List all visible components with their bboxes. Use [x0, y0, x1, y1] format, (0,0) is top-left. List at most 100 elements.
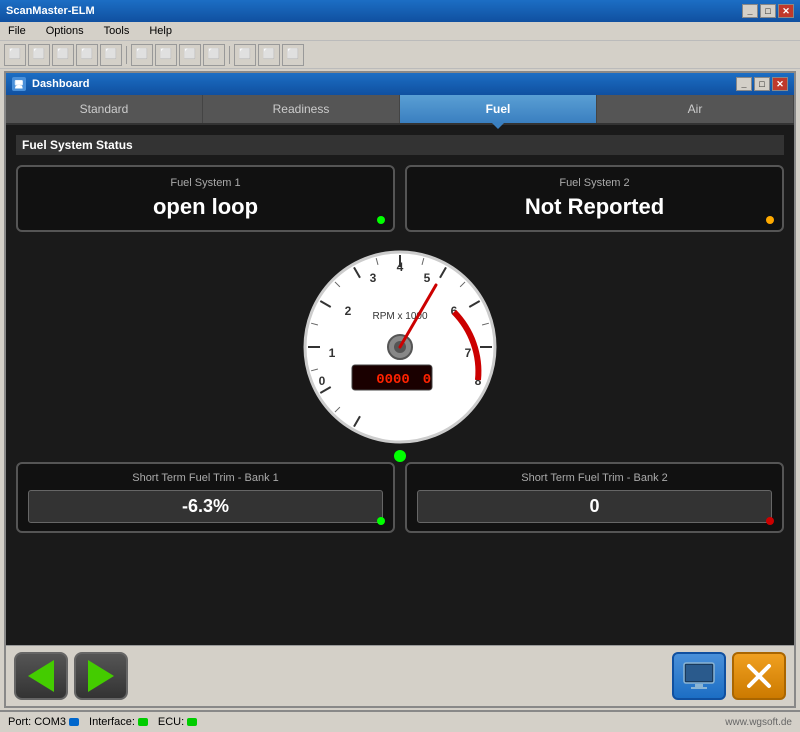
ecu-label: ECU:	[158, 716, 184, 728]
close-x-icon	[745, 662, 773, 690]
ecu-indicator: ECU:	[158, 716, 197, 728]
fuel-system-1-dot	[377, 216, 385, 224]
trim-bank1-box: Short Term Fuel Trim - Bank 1 -6.3%	[16, 462, 395, 533]
interface-indicator: Interface:	[89, 716, 148, 728]
gauge-svg: 0 1 2 3 4 5 6 7 8 RPM x 1000	[300, 247, 500, 447]
back-button[interactable]	[14, 652, 68, 700]
back-arrow-icon	[28, 660, 54, 692]
svg-text:5: 5	[424, 271, 431, 285]
svg-text:7: 7	[465, 346, 472, 360]
toolbar-btn-1[interactable]: ⬜	[4, 44, 26, 66]
svg-text:3: 3	[370, 271, 377, 285]
gauge-container: 0 1 2 3 4 5 6 7 8 RPM x 1000	[16, 247, 784, 447]
trim-bank2-value: 0	[589, 496, 599, 516]
trim-bank1-container: -6.3%	[28, 490, 383, 523]
tab-readiness[interactable]: Readiness	[203, 95, 400, 123]
dashboard-title: Dashboard	[32, 78, 89, 90]
trim-row: Short Term Fuel Trim - Bank 1 -6.3% Shor…	[16, 462, 784, 533]
svg-text:4: 4	[397, 260, 404, 274]
app-window: ScanMaster-ELM _ □ ✕ File Options Tools …	[0, 0, 800, 720]
maximize-btn[interactable]: □	[760, 4, 776, 18]
toolbar-btn-3[interactable]: ⬜	[52, 44, 74, 66]
dashboard-controls: _ □ ✕	[736, 77, 788, 91]
toolbar-sep-1	[126, 46, 127, 64]
monitor-button[interactable]	[672, 652, 726, 700]
website-label: www.wgsoft.de	[725, 717, 792, 728]
main-window-controls: _ □ ✕	[742, 4, 794, 18]
tab-air[interactable]: Air	[597, 95, 794, 123]
port-value: COM3	[34, 716, 66, 728]
main-title-bar: ScanMaster-ELM _ □ ✕	[0, 0, 800, 22]
exit-button[interactable]	[732, 652, 786, 700]
trim-bank1-value: -6.3%	[182, 496, 229, 516]
fuel-system-1-label: Fuel System 1	[33, 177, 378, 189]
monitor-icon	[683, 662, 715, 690]
toolbar-btn-10[interactable]: ⬜	[234, 44, 256, 66]
svg-text:0: 0	[319, 374, 326, 388]
nav-buttons	[14, 652, 128, 700]
dashboard-maximize[interactable]: □	[754, 77, 770, 91]
bottom-toolbar	[6, 645, 794, 706]
status-left: Port: COM3 Interface: ECU:	[8, 716, 197, 728]
toolbar-btn-11[interactable]: ⬜	[258, 44, 280, 66]
port-indicator: Port: COM3	[8, 716, 79, 728]
tab-fuel[interactable]: Fuel	[400, 95, 597, 123]
toolbar-sep-2	[229, 46, 230, 64]
svg-text:2: 2	[345, 304, 352, 318]
minimize-btn[interactable]: _	[742, 4, 758, 18]
interface-label: Interface:	[89, 716, 135, 728]
dashboard-minimize[interactable]: _	[736, 77, 752, 91]
svg-text:0: 0	[423, 372, 431, 388]
fuel-system-2-dot	[766, 216, 774, 224]
dashboard-window: 🖥 Dashboard _ □ ✕ Standard Readiness Fue…	[4, 71, 796, 708]
forward-arrow-icon	[88, 660, 114, 692]
trim-bank1-label: Short Term Fuel Trim - Bank 1	[28, 472, 383, 484]
tabs-container: Standard Readiness Fuel Air	[6, 95, 794, 125]
status-bar: Port: COM3 Interface: ECU: www.wgsoft.de	[0, 710, 800, 732]
dashboard-title-left: 🖥 Dashboard	[12, 77, 89, 91]
fuel-system-1-value: open loop	[33, 194, 378, 220]
dashboard-close[interactable]: ✕	[772, 77, 788, 91]
dashboard-icon: 🖥	[12, 77, 26, 91]
toolbar-btn-2[interactable]: ⬜	[28, 44, 50, 66]
toolbar-btn-8[interactable]: ⬜	[179, 44, 201, 66]
menu-file[interactable]: File	[4, 24, 30, 38]
trim-bank2-dot	[766, 517, 774, 525]
svg-text:1: 1	[329, 346, 336, 360]
toolbar-btn-12[interactable]: ⬜	[282, 44, 304, 66]
port-label: Port:	[8, 716, 31, 728]
dashboard-title-bar: 🖥 Dashboard _ □ ✕	[6, 73, 794, 95]
fuel-systems-row: Fuel System 1 open loop Fuel System 2 No…	[16, 165, 784, 232]
menu-options[interactable]: Options	[42, 24, 88, 38]
tab-standard[interactable]: Standard	[6, 95, 203, 123]
toolbar-btn-9[interactable]: ⬜	[203, 44, 225, 66]
fuel-system-1-box: Fuel System 1 open loop	[16, 165, 395, 232]
toolbar-btn-7[interactable]: ⬜	[155, 44, 177, 66]
port-led	[69, 718, 79, 726]
menu-tools[interactable]: Tools	[100, 24, 134, 38]
gauge-green-dot	[394, 450, 406, 462]
menu-bar: File Options Tools Help	[0, 22, 800, 41]
interface-led	[138, 718, 148, 726]
toolbar-btn-5[interactable]: ⬜	[100, 44, 122, 66]
close-btn[interactable]: ✕	[778, 4, 794, 18]
toolbar: ⬜ ⬜ ⬜ ⬜ ⬜ ⬜ ⬜ ⬜ ⬜ ⬜ ⬜ ⬜	[0, 41, 800, 69]
section-title: Fuel System Status	[16, 135, 784, 155]
action-buttons	[672, 652, 786, 700]
toolbar-btn-6[interactable]: ⬜	[131, 44, 153, 66]
toolbar-btn-4[interactable]: ⬜	[76, 44, 98, 66]
trim-bank2-box: Short Term Fuel Trim - Bank 2 0	[405, 462, 784, 533]
main-content: Fuel System Status Fuel System 1 open lo…	[6, 125, 794, 645]
forward-button[interactable]	[74, 652, 128, 700]
fuel-system-2-box: Fuel System 2 Not Reported	[405, 165, 784, 232]
gauge-wrapper: 0 1 2 3 4 5 6 7 8 RPM x 1000	[300, 247, 500, 447]
trim-bank2-label: Short Term Fuel Trim - Bank 2	[417, 472, 772, 484]
ecu-led	[187, 718, 197, 726]
svg-text:0000: 0000	[376, 372, 410, 388]
trim-bank1-dot	[377, 517, 385, 525]
menu-help[interactable]: Help	[145, 24, 176, 38]
app-title: ScanMaster-ELM	[6, 5, 95, 17]
fuel-system-2-value: Not Reported	[422, 194, 767, 220]
fuel-system-2-label: Fuel System 2	[422, 177, 767, 189]
trim-bank2-container: 0	[417, 490, 772, 523]
